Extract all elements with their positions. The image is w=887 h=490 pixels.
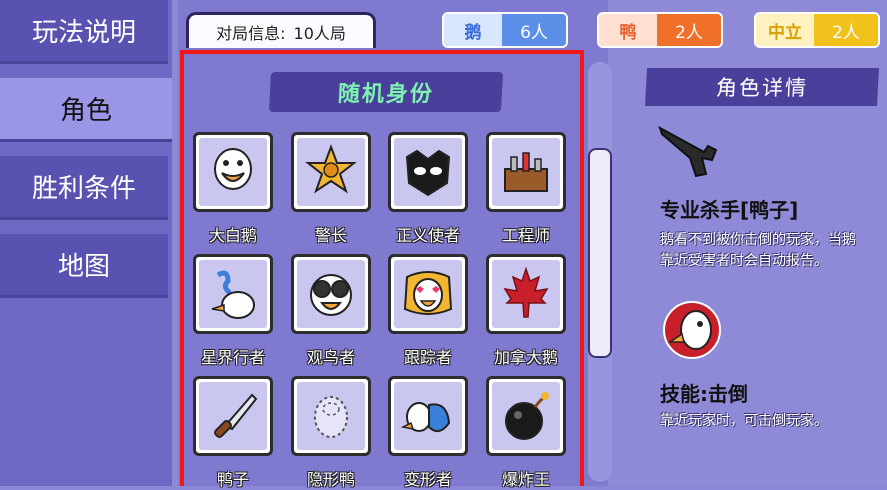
match-info-label: 对局信息: [216, 23, 286, 43]
role-label: 鸭子 [216, 470, 249, 489]
role-card-morphling[interactable] [388, 376, 468, 456]
sidebar-item-label: 胜利条件 [31, 174, 136, 204]
role-label: 正义使者 [395, 226, 460, 245]
role-card-engineer[interactable] [486, 132, 566, 212]
role-label: 警长 [314, 226, 347, 245]
random-identity-banner[interactable]: 随机身份 [268, 72, 504, 112]
duck-tag: 鸭 [599, 14, 657, 46]
skill-description: 靠近玩家时，可击倒玩家。 [660, 413, 828, 429]
role-description: 鹅看不到被你击倒的玩家，当鹅靠近受害者时会自动报告。 [660, 232, 856, 269]
role-card-invisible-duck[interactable] [291, 376, 371, 456]
role-card-canada-goose[interactable] [486, 254, 566, 334]
duck-count: 2人 [657, 14, 721, 46]
sidebar: 玩法说明 角色 胜利条件 地图 [0, 0, 172, 486]
sidebar-item-roles[interactable]: 角色 [0, 78, 172, 142]
match-info-tab: 对局信息: 10人局 [186, 12, 376, 48]
vigilante-mask-icon [405, 149, 451, 197]
role-label: 加拿大鹅 [493, 348, 558, 367]
role-card-vigilante[interactable] [388, 132, 468, 212]
sidebar-item-victory-conditions[interactable]: 胜利条件 [0, 156, 168, 220]
match-info-value: 10人局 [293, 23, 346, 43]
sidebar-item-label: 地图 [57, 252, 110, 282]
knockout-skill-icon [663, 301, 721, 359]
role-card-astral-walker[interactable] [193, 254, 273, 334]
role-card-stalker[interactable] [388, 254, 468, 334]
skill-title: 技能:击倒 [660, 382, 748, 406]
stalker-icon [403, 271, 453, 315]
toolbox-icon [504, 152, 548, 192]
morphling-icon [400, 402, 451, 433]
bomb-icon [505, 392, 549, 440]
white-goose-icon [214, 148, 252, 190]
role-label: 工程师 [501, 226, 550, 245]
neutral-count: 2人 [814, 14, 878, 46]
roles-scrollbar-thumb[interactable] [588, 148, 612, 358]
sidebar-item-label: 角色 [59, 96, 112, 126]
role-label: 星界行者 [200, 348, 265, 367]
team-neutral-count: 中立 2人 [754, 12, 880, 48]
role-card-bird-watcher[interactable] [291, 254, 371, 334]
role-label: 跟踪者 [403, 348, 452, 367]
role-name: 专业杀手[鸭子] [660, 198, 799, 222]
goose-tag: 鹅 [444, 14, 502, 46]
role-label: 隐形鸭 [306, 470, 355, 489]
neutral-tag: 中立 [756, 14, 814, 46]
goose-count: 6人 [502, 14, 566, 46]
role-label: 大白鹅 [208, 226, 257, 245]
role-card-bomber[interactable] [486, 376, 566, 456]
role-card-sheriff[interactable] [291, 132, 371, 212]
knife-icon [214, 393, 258, 438]
sidebar-item-rules[interactable]: 玩法说明 [0, 0, 168, 64]
invisible-duck-icon [314, 396, 348, 438]
role-card-duck[interactable] [193, 376, 273, 456]
role-card-white-goose[interactable] [193, 132, 273, 212]
role-label: 爆炸王 [501, 470, 550, 489]
astral-walker-icon [211, 270, 255, 319]
team-duck-count: 鸭 2人 [597, 12, 723, 48]
maple-leaf-icon [503, 266, 549, 318]
role-label: 变形者 [403, 470, 452, 489]
binoculars-goose-icon [310, 274, 352, 316]
sidebar-item-label: 玩法说明 [31, 18, 136, 48]
pistol-icon [658, 125, 718, 178]
role-detail-title: 角色详情 [645, 68, 879, 106]
team-goose-count: 鹅 6人 [442, 12, 568, 48]
sidebar-item-map[interactable]: 地图 [0, 234, 168, 298]
sheriff-star-icon [305, 144, 357, 194]
role-label: 观鸟者 [306, 348, 355, 367]
